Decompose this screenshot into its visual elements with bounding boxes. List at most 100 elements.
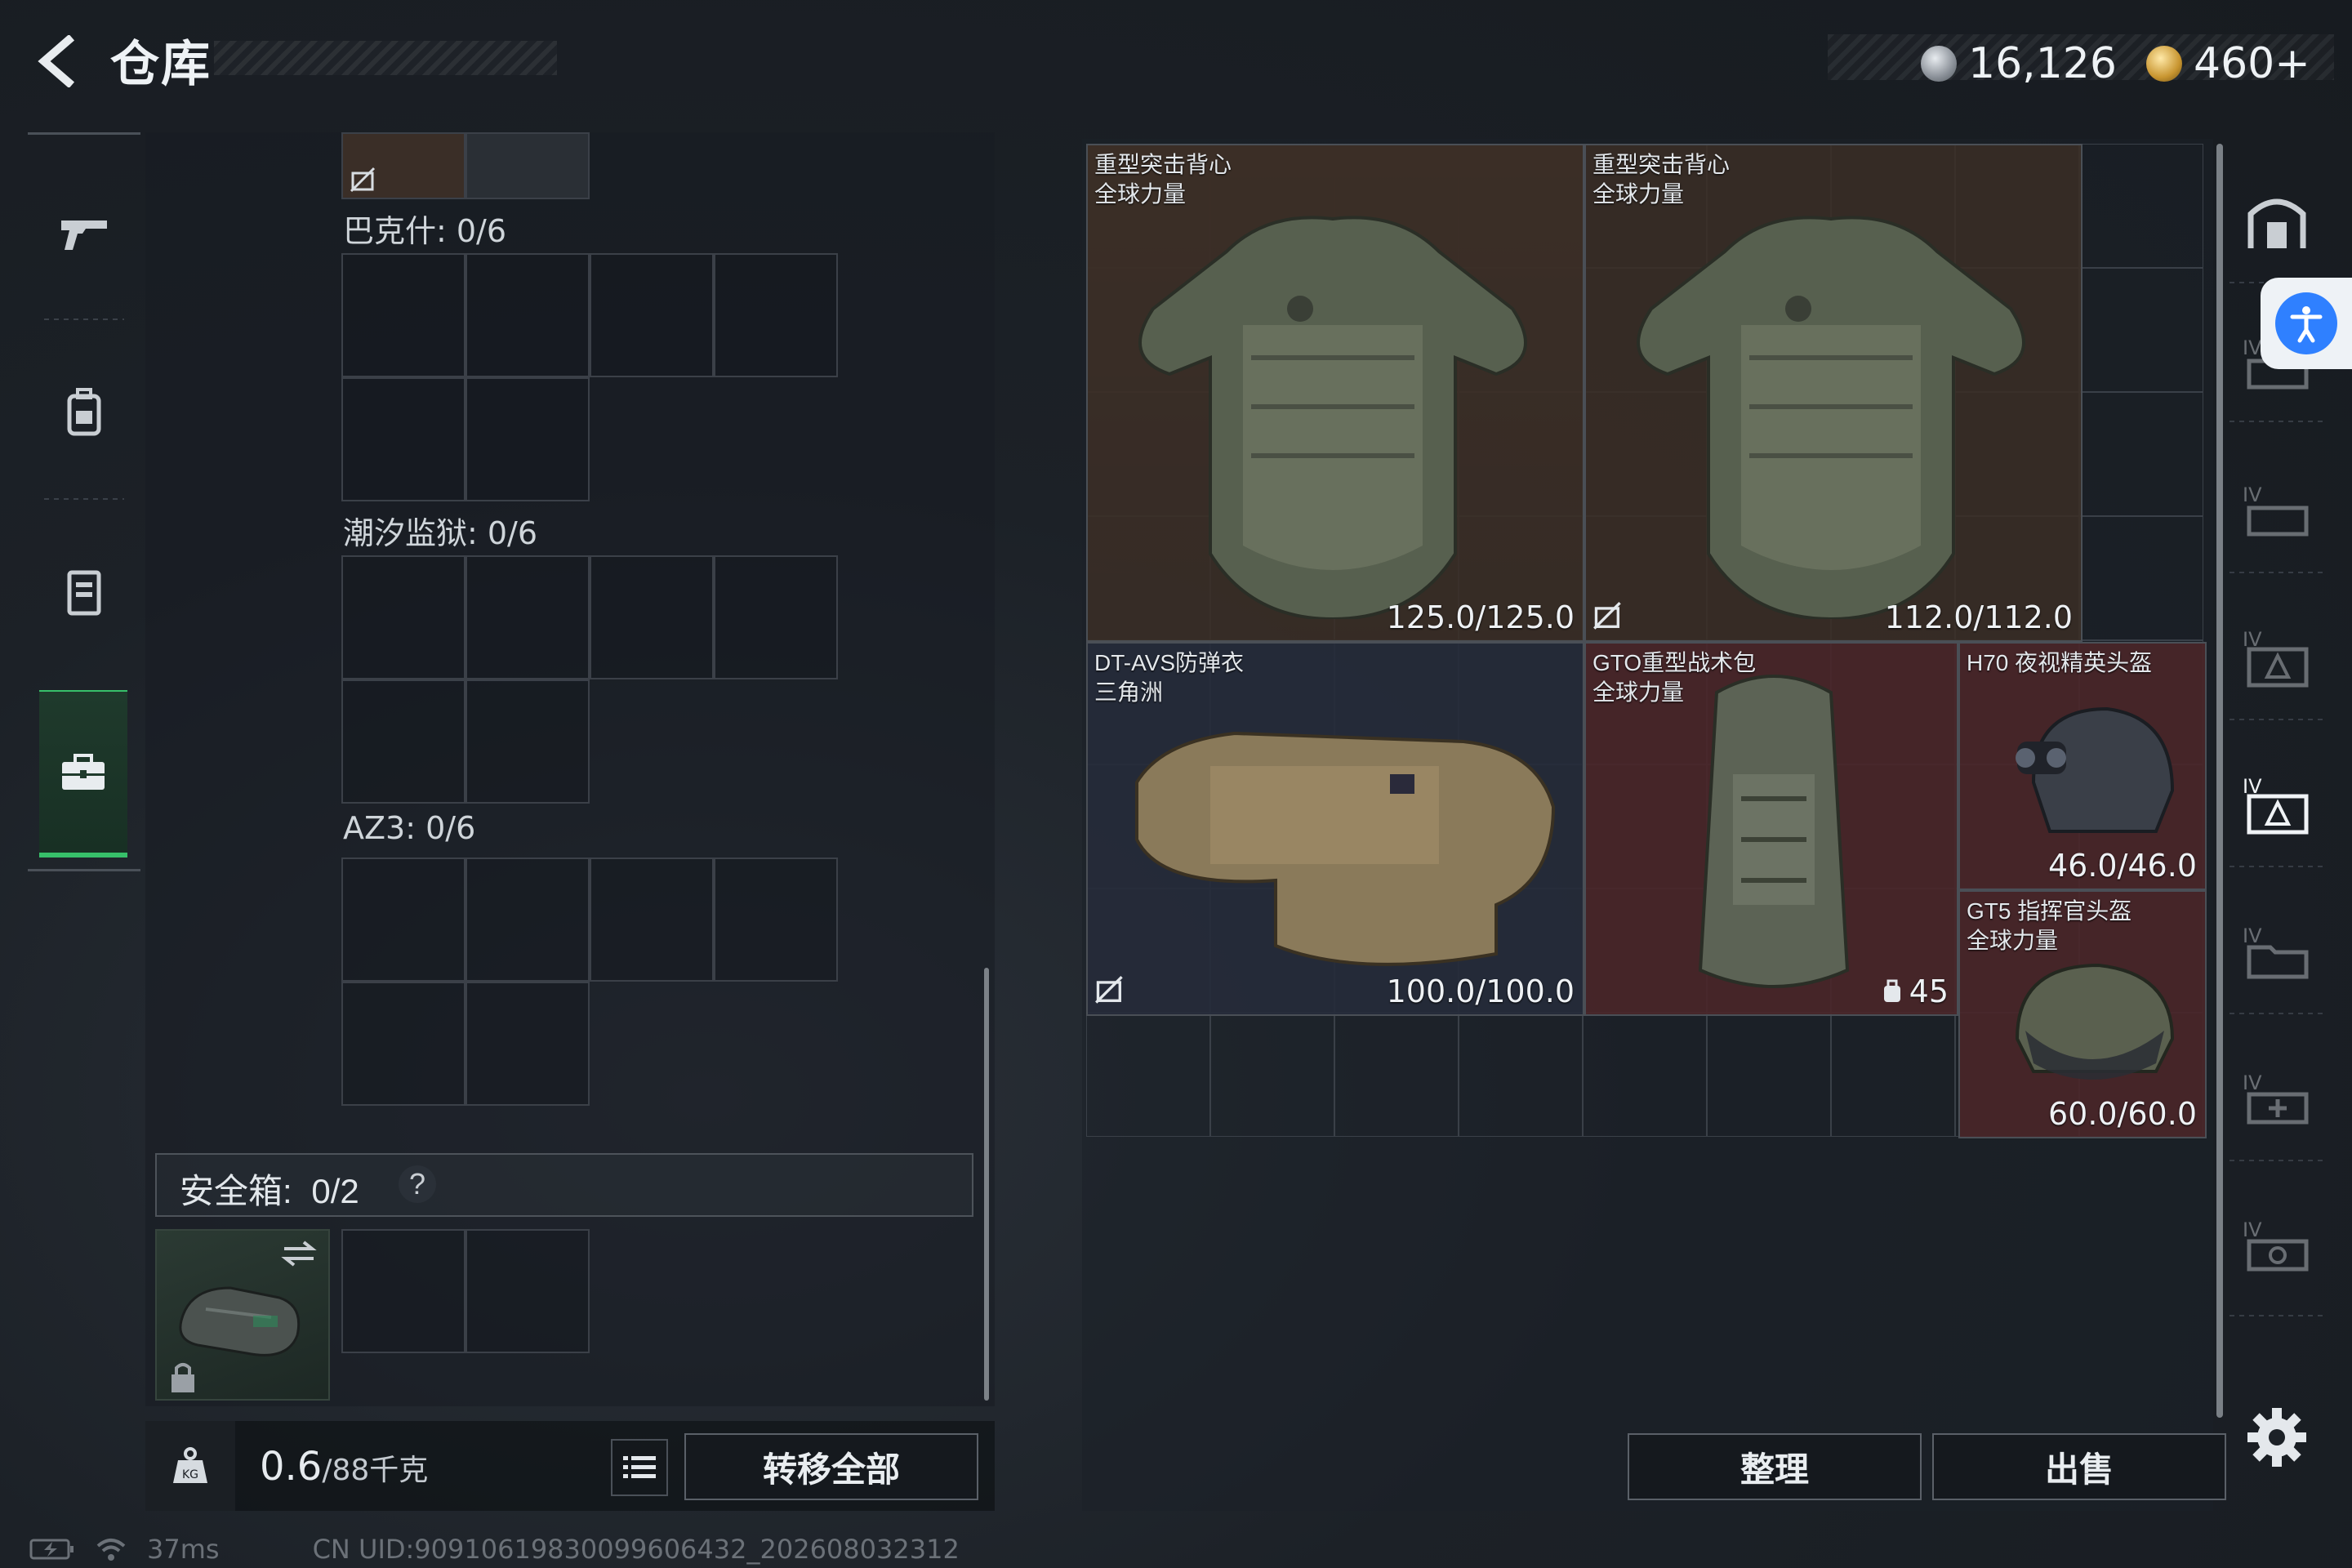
grid-cell[interactable]	[466, 1229, 590, 1353]
grid-cell[interactable]	[466, 253, 590, 377]
storage-cell[interactable]	[1086, 1013, 1210, 1137]
item-gt5-helmet[interactable]: GT5 指挥官头盔 全球力量 60.0/60.0	[1958, 890, 2207, 1138]
gun-icon	[61, 220, 107, 250]
item-durability: 112.0/112.0	[1884, 599, 2073, 635]
sort-button[interactable]: 整理	[1628, 1433, 1922, 1500]
crate-icon: IV	[2243, 483, 2309, 537]
section-label: 巴克什: 0/6	[343, 213, 507, 249]
no-insure-icon	[350, 167, 376, 193]
settings-gear-icon[interactable]	[2244, 1405, 2310, 1470]
nav-case[interactable]	[39, 690, 127, 858]
left-scrollbar[interactable]	[984, 968, 989, 1401]
item-capacity: 45	[1882, 973, 1949, 1009]
grid-cell[interactable]	[714, 253, 838, 377]
title-decoration	[214, 41, 557, 75]
grid-cell[interactable]	[466, 679, 590, 804]
currency-1[interactable]: 16,126	[1921, 39, 2117, 88]
grid-cell[interactable]	[341, 253, 466, 377]
storage-cell[interactable]	[1459, 1013, 1583, 1137]
right-scrollbar[interactable]	[2216, 144, 2223, 1418]
grid-cell[interactable]	[466, 858, 590, 982]
accessibility-button[interactable]	[2261, 278, 2352, 369]
grid-cell[interactable]	[341, 555, 466, 679]
currency-2[interactable]: 460+	[2146, 39, 2310, 88]
battery-icon	[29, 1539, 74, 1560]
grid-cell[interactable]	[466, 377, 590, 501]
storage-cell[interactable]	[1210, 1013, 1334, 1137]
storage-cell[interactable]	[2079, 144, 2203, 268]
grid-cell[interactable]	[341, 1229, 466, 1353]
lock-icon	[172, 1363, 194, 1392]
grid-cell[interactable]	[590, 253, 714, 377]
item-heavy-vest-1[interactable]: 重型突击背心 全球力量 125.0/125.0	[1086, 144, 1584, 642]
storage-cell[interactable]	[2079, 392, 2203, 516]
item-name: 重型突击背心 全球力量	[1592, 152, 1731, 207]
item-name: GT5 指挥官头盔 全球力量	[1967, 898, 2132, 953]
rnav-slot-4-active[interactable]: IV	[2236, 764, 2318, 845]
storage-cell[interactable]	[2079, 268, 2203, 392]
grid-cell[interactable]	[714, 858, 838, 982]
vest-image	[1138, 216, 1527, 619]
storage-cell[interactable]	[2079, 516, 2203, 640]
grid-cell[interactable]	[466, 982, 590, 1106]
gear-crate-icon: IV	[2243, 1218, 2309, 1272]
grid-cell[interactable]	[590, 858, 714, 982]
grid-cell[interactable]	[341, 858, 466, 982]
helmet-image	[2015, 963, 2175, 1080]
storage-cell[interactable]	[1831, 1013, 1955, 1137]
uid-text: CN UID:9091061983009960​6432_20260803231…	[312, 1534, 960, 1565]
page-title: 仓库	[110, 37, 212, 91]
storage-cell[interactable]	[1334, 1013, 1459, 1137]
grid-cell[interactable]	[466, 555, 590, 679]
item-heavy-vest-2[interactable]: 重型突击背心 全球力量 112.0/112.0	[1584, 144, 2082, 642]
rnav-slot-3[interactable]: IV	[2236, 617, 2318, 698]
swap-icon[interactable]	[279, 1237, 318, 1270]
weight-icon: KG	[173, 1447, 207, 1483]
no-insure-icon	[1593, 602, 1621, 630]
storage-cell[interactable]	[1583, 1013, 1707, 1137]
storage-cell[interactable]	[1707, 1013, 1831, 1137]
help-button[interactable]: ?	[399, 1165, 436, 1203]
rnav-slot-7[interactable]: IV	[2236, 1205, 2318, 1286]
safe-box-label: 安全箱: 0/2	[180, 1164, 359, 1214]
grid-cell[interactable]	[341, 377, 466, 501]
status-bar: 37ms CN UID:9091061983009960​6432_202608…	[29, 1534, 960, 1565]
wifi-icon	[96, 1539, 126, 1561]
rnav-slot-5[interactable]: IV	[2236, 911, 2318, 992]
rnav-storage[interactable]	[2236, 180, 2318, 261]
grid-cell[interactable]	[341, 679, 466, 804]
back-button[interactable]	[24, 33, 90, 90]
backpack-icon	[67, 388, 101, 436]
currency-2-value: 460+	[2194, 39, 2310, 88]
case-icon	[62, 753, 105, 790]
vest-icon	[67, 570, 101, 616]
nav-vest[interactable]	[28, 510, 140, 674]
item-durability: 125.0/125.0	[1386, 599, 1575, 635]
coin-gold-icon	[2146, 46, 2182, 82]
warning-crate-icon: IV	[2243, 628, 2309, 688]
grid-cell[interactable]	[590, 555, 714, 679]
grid-cell[interactable]	[714, 555, 838, 679]
backpack-icon	[1883, 979, 1900, 1002]
nav-weapons[interactable]	[28, 151, 140, 314]
sell-button[interactable]: 出售	[1932, 1433, 2226, 1500]
backpack-image	[1698, 675, 1850, 988]
helmet-image	[2016, 706, 2175, 833]
nav-backpack[interactable]	[28, 331, 140, 494]
section-label: 潮汐监狱: 0/6	[343, 515, 538, 551]
transfer-all-button[interactable]: 转移全部	[684, 1433, 978, 1500]
item-dt-avs-vest[interactable]: DT-AVS防弹衣 三角洲 100.0/100.0	[1086, 642, 1584, 1016]
item-name: 重型突击背心 全球力量	[1094, 152, 1232, 207]
rnav-slot-2[interactable]: IV	[2236, 470, 2318, 551]
ping-value: 37ms	[147, 1534, 220, 1565]
weight-icon-box: KG	[145, 1421, 235, 1511]
rnav-slot-6[interactable]: IV	[2236, 1058, 2318, 1139]
item-h70-helmet[interactable]: H70 夜视精英头盔 46.0/46.0	[1958, 642, 2207, 890]
section-label: AZ3: 0/6	[343, 810, 476, 846]
grid-cell[interactable]	[341, 982, 466, 1106]
grid-cell[interactable]	[466, 132, 590, 199]
item-gto-backpack[interactable]: GTO重型战术包 全球力量 45	[1584, 642, 1958, 1016]
list-view-button[interactable]	[611, 1439, 668, 1496]
coin-silver-icon	[1921, 46, 1957, 82]
vest-image	[1637, 216, 2025, 619]
